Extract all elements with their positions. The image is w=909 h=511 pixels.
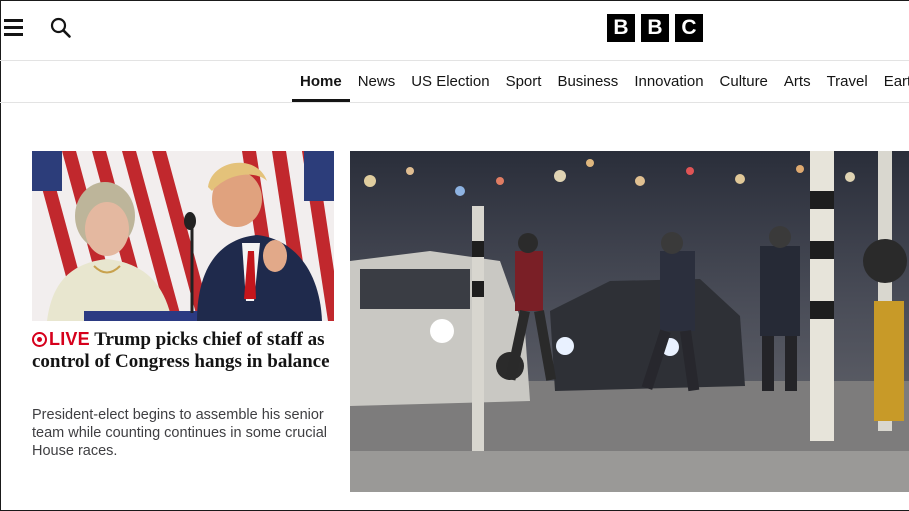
hamburger-menu-icon[interactable] <box>4 17 24 37</box>
lead-story-headline[interactable]: LIVE Trump picks chief of staff as contr… <box>32 328 332 373</box>
secondary-story-image[interactable] <box>350 151 909 492</box>
nav-item-home[interactable]: Home <box>292 61 350 102</box>
bbc-logo[interactable]: B B C <box>607 14 703 42</box>
search-icon[interactable] <box>50 17 72 39</box>
logo-letter: B <box>641 14 669 42</box>
nav-item-us-election[interactable]: US Election <box>403 61 497 102</box>
logo-letter: C <box>675 14 703 42</box>
nav-item-business[interactable]: Business <box>549 61 626 102</box>
nav-item-sport[interactable]: Sport <box>498 61 550 102</box>
lead-story-image[interactable] <box>32 151 334 321</box>
logo-letter: B <box>607 14 635 42</box>
lead-story-summary: President-elect begins to assemble his s… <box>32 407 327 459</box>
nav-item-innovation[interactable]: Innovation <box>626 61 711 102</box>
nav-item-travel[interactable]: Travel <box>819 61 876 102</box>
live-indicator-icon <box>32 332 47 347</box>
nav-divider <box>0 102 909 103</box>
live-label: LIVE <box>49 329 90 349</box>
main-navigation: Home News US Election Sport Business Inn… <box>292 61 909 102</box>
site-header: B B C <box>0 0 909 60</box>
nav-item-culture[interactable]: Culture <box>712 61 776 102</box>
nav-item-news[interactable]: News <box>350 61 404 102</box>
nav-item-earth[interactable]: Earth <box>876 61 909 102</box>
nav-item-arts[interactable]: Arts <box>776 61 819 102</box>
